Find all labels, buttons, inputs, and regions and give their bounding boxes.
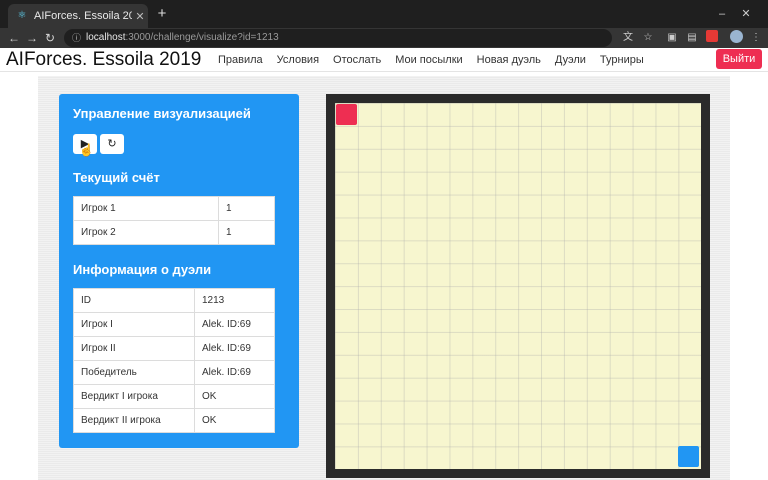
controls-title: Управление визуализацией <box>73 106 251 121</box>
score-label: Игрок 1 <box>73 196 219 221</box>
restart-button[interactable]: ↻ <box>100 134 124 154</box>
new-tab-button[interactable]: + <box>154 6 170 22</box>
table-row: Игрок II Alek. ID:69 <box>73 336 275 361</box>
translate-icon[interactable]: 文 <box>620 30 636 46</box>
site-info-icon[interactable]: ⓘ <box>72 29 81 47</box>
forward-icon[interactable]: → <box>24 30 40 46</box>
info-value: 1213 <box>194 288 275 313</box>
nav-link-rules[interactable]: Правила <box>218 48 263 72</box>
table-row: ID 1213 <box>73 288 275 313</box>
info-value: Alek. ID:69 <box>194 360 275 385</box>
score-title: Текущий счёт <box>73 170 160 185</box>
minimize-icon[interactable]: – <box>714 6 730 22</box>
table-row: Вердикт II игрока OK <box>73 408 275 433</box>
info-value: Alek. ID:69 <box>194 336 275 361</box>
score-table: Игрок 1 1 Игрок 2 1 <box>73 196 275 245</box>
close-window-icon[interactable]: ✕ <box>738 6 754 22</box>
bookmark-star-icon[interactable]: ☆ <box>640 30 656 46</box>
info-label: Победитель <box>73 360 195 385</box>
logout-button[interactable]: Выйти <box>716 49 762 69</box>
mouse-cursor-icon: ☝ <box>79 143 94 157</box>
player-two-piece <box>678 446 699 467</box>
nav-link-tournaments[interactable]: Турниры <box>600 48 644 72</box>
info-label: Игрок II <box>73 336 195 361</box>
table-row: Игрок I Alek. ID:69 <box>73 312 275 337</box>
browser-menu-icon[interactable]: ⋮ <box>748 30 764 46</box>
info-title: Информация о дуэли <box>73 262 212 277</box>
back-icon[interactable]: ← <box>6 30 22 46</box>
table-row: Вердикт I игрока OK <box>73 384 275 409</box>
info-label: Игрок I <box>73 312 195 337</box>
table-row: Игрок 1 1 <box>73 196 275 221</box>
nav-link-new-duel[interactable]: Новая дуэль <box>477 48 541 72</box>
tab-title: AIForces. Essoila 2019 <box>34 10 132 22</box>
table-row: Игрок 2 1 <box>73 220 275 245</box>
nav-link-my-submissions[interactable]: Мои посылки <box>395 48 462 72</box>
site-brand[interactable]: AIForces. Essoila 2019 <box>6 48 201 72</box>
browser-tabbar: ⚛ AIForces. Essoila 2019 ✕ + – ✕ <box>0 0 768 28</box>
profile-avatar[interactable] <box>728 30 744 46</box>
info-label: ID <box>73 288 195 313</box>
extension-red-icon[interactable] <box>704 30 720 46</box>
site-navbar: AIForces. Essoila 2019 Правила Условия О… <box>0 48 768 72</box>
close-tab-icon[interactable]: ✕ <box>132 10 148 23</box>
nav-link-submit[interactable]: Отослать <box>333 48 381 72</box>
info-label: Вердикт II игрока <box>73 408 195 433</box>
info-value: OK <box>194 384 275 409</box>
info-value: OK <box>194 408 275 433</box>
player-one-piece <box>336 104 357 125</box>
duel-info-table: ID 1213 Игрок I Alek. ID:69 Игрок II Ale… <box>73 288 275 433</box>
extension-icon[interactable]: ▣ <box>664 30 680 46</box>
notes-extension-icon[interactable]: ▤ <box>684 30 700 46</box>
score-value: 1 <box>218 196 275 221</box>
table-row: Победитель Alek. ID:69 <box>73 360 275 385</box>
nav-links: Правила Условия Отослать Мои посылки Нов… <box>218 48 644 72</box>
visualization-panel: Управление визуализацией ▶ ↻ Текущий счё… <box>59 94 299 448</box>
browser-toolbar: ← → ↻ ⓘ localhost:3000/challenge/visuali… <box>0 28 768 48</box>
score-label: Игрок 2 <box>73 220 219 245</box>
restart-icon: ↻ <box>107 138 117 150</box>
reload-icon[interactable]: ↻ <box>42 30 58 46</box>
nav-link-duels[interactable]: Дуэли <box>555 48 586 72</box>
react-favicon-icon: ⚛ <box>17 10 27 21</box>
game-board-grid <box>335 103 701 469</box>
url-path: :3000/challenge/visualize?id=1213 <box>125 32 279 43</box>
browser-tab[interactable]: ⚛ AIForces. Essoila 2019 ✕ <box>8 4 148 28</box>
address-bar[interactable]: ⓘ localhost:3000/challenge/visualize?id=… <box>64 29 612 47</box>
score-value: 1 <box>218 220 275 245</box>
info-label: Вердикт I игрока <box>73 384 195 409</box>
url-host: localhost <box>86 32 126 43</box>
info-value: Alek. ID:69 <box>194 312 275 337</box>
nav-link-conditions[interactable]: Условия <box>277 48 319 72</box>
